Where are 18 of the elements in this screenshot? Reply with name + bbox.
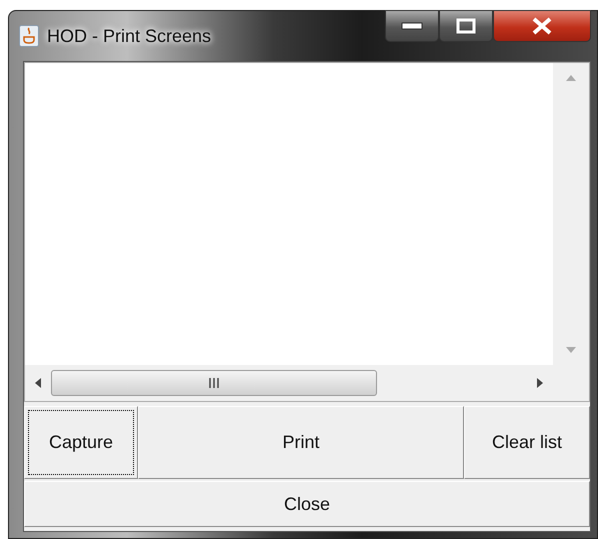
scroll-down-icon[interactable] (566, 347, 576, 353)
minimize-button[interactable] (385, 10, 439, 42)
close-dialog-button[interactable]: Close (24, 481, 590, 527)
close-button[interactable] (493, 10, 591, 42)
scroll-right-icon[interactable] (537, 378, 543, 388)
capture-button[interactable]: Capture (24, 406, 138, 479)
window-title: HOD - Print Screens (47, 26, 212, 46)
print-button[interactable]: Print (138, 406, 464, 479)
clear-list-button[interactable]: Clear list (464, 406, 590, 479)
scroll-left-icon[interactable] (35, 378, 41, 388)
maximize-icon (456, 18, 476, 34)
scroll-thumb[interactable] (51, 370, 377, 396)
minimize-icon (401, 22, 423, 30)
grip-icon (209, 378, 219, 388)
close-icon (531, 17, 553, 35)
scroll-up-icon[interactable] (566, 75, 576, 81)
cup-icon (19, 25, 39, 47)
maximize-button[interactable] (439, 10, 493, 42)
